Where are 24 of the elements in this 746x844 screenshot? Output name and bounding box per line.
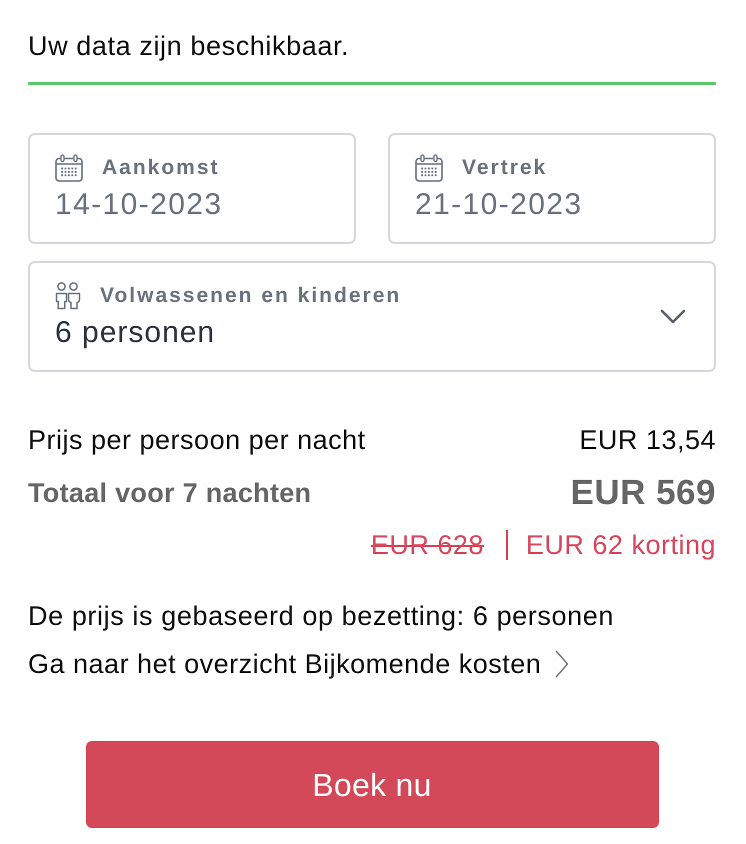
additional-costs-link[interactable]: Ga naar het overzicht Bijkomende kosten (28, 646, 570, 682)
date-field[interactable]: Aankomst 14-10-2023 (28, 133, 356, 244)
book-button[interactable]: Boek nu (86, 741, 658, 828)
field-label: Volwassenen en kinderen (100, 282, 402, 308)
availability-message: Uw data zijn beschikbaar. (28, 30, 350, 63)
total-label: Totaal voor 7 nachten (28, 477, 312, 510)
chevron-right-icon (555, 650, 570, 678)
people-icon (55, 282, 81, 310)
field-label: Aankomst (102, 154, 220, 180)
calendar-icon (415, 154, 443, 182)
price-label: Prijs per persoon per nacht (28, 424, 366, 457)
date-value: 14-10-2023 (55, 186, 222, 222)
chevron-down-icon (660, 309, 686, 324)
guests-dropdown[interactable]: Volwassenen en kinderen 6 personen (28, 261, 716, 372)
field-label: Vertrek (462, 154, 548, 180)
price-value: EUR 13,54 (579, 424, 716, 457)
guests-value: 6 personen (55, 314, 216, 350)
original-price: EUR 628 (370, 529, 484, 562)
date-field[interactable]: Vertrek 21-10-2023 (388, 133, 716, 244)
date-value: 21-10-2023 (415, 186, 582, 222)
calendar-icon (55, 154, 83, 182)
discount-amount: EUR 62 korting (526, 529, 716, 562)
occupancy-note: De prijs is gebaseerd op bezetting: 6 personen (28, 600, 615, 633)
total-price: EUR 569 (570, 472, 716, 514)
